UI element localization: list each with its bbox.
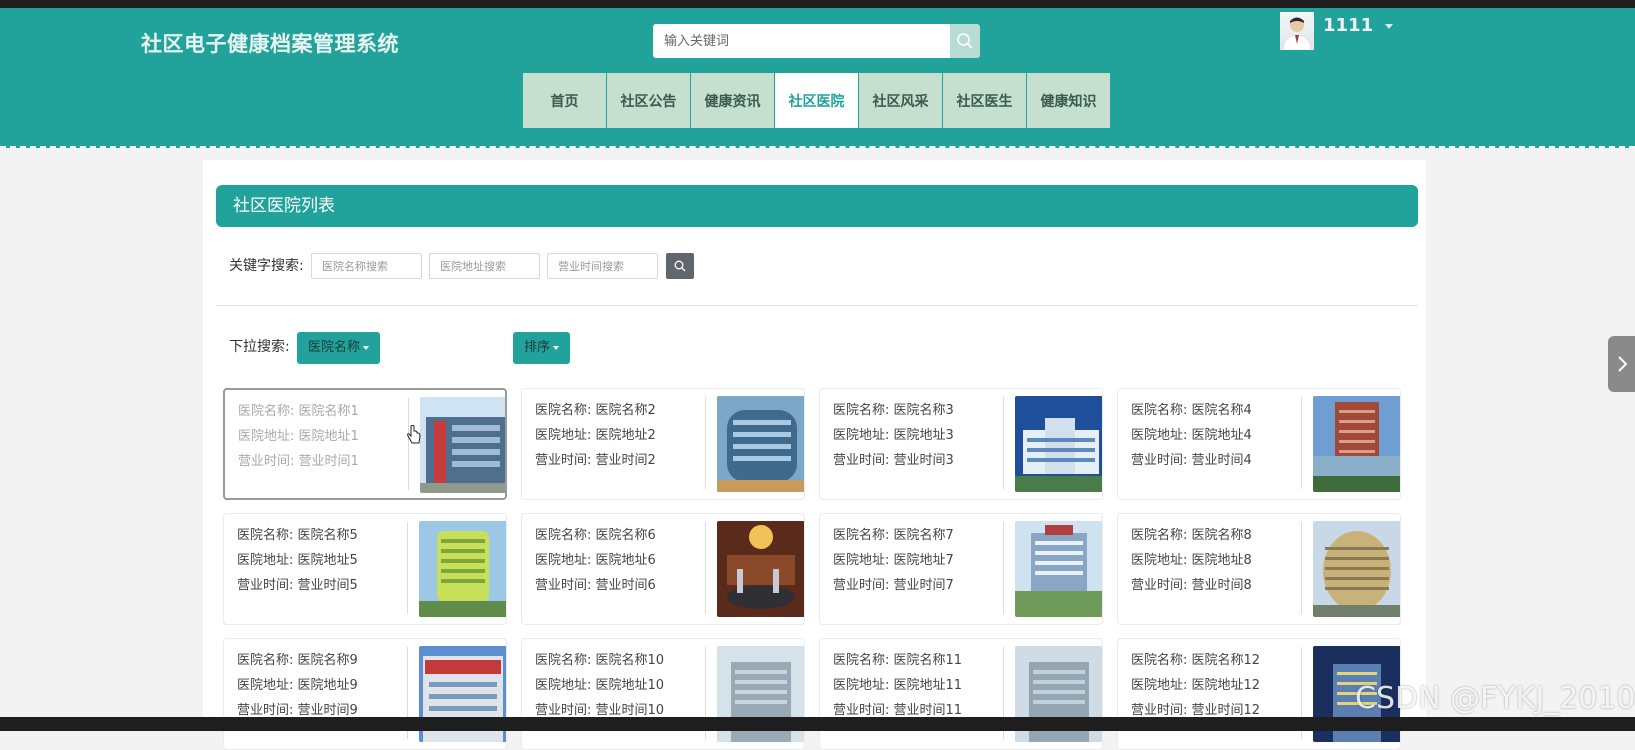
sort-dropdown-label: 排序 <box>524 340 551 355</box>
hospital-address: 医院地址: 医院地址7 <box>833 553 954 568</box>
hospital-image[interactable] <box>419 521 506 617</box>
watermark: CSDN @FYKJ_2010 <box>1355 681 1635 716</box>
hospital-address: 医院地址: 医院地址1 <box>238 429 359 444</box>
hospital-name: 医院名称: 医院名称9 <box>237 653 358 668</box>
hospital-card[interactable]: 医院名称: 医院名称3 医院地址: 医院地址3 营业时间: 营业时间3 <box>819 388 1103 500</box>
hospital-hours: 营业时间: 营业时间6 <box>535 578 656 593</box>
hospital-name: 医院名称: 医院名称7 <box>833 528 954 543</box>
divider <box>216 305 1418 306</box>
hospital-address: 医院地址: 医院地址4 <box>1131 428 1252 443</box>
hospital-address: 医院地址: 医院地址8 <box>1131 553 1252 568</box>
chevron-down-icon[interactable] <box>1385 24 1393 29</box>
hospital-image[interactable] <box>1015 396 1102 492</box>
site-header: 社区电子健康档案管理系统 1111 首页 社区公告 健康资讯 社区医院 社区风采… <box>0 8 1635 148</box>
card-divider <box>705 397 706 489</box>
header-search-button[interactable] <box>950 24 980 58</box>
hospital-card[interactable]: 医院名称: 医院名称7 医院地址: 医院地址7 营业时间: 营业时间7 <box>819 513 1103 625</box>
hospital-card[interactable]: 医院名称: 医院名称4 医院地址: 医院地址4 营业时间: 营业时间4 <box>1117 388 1401 500</box>
hospital-image[interactable] <box>1313 521 1400 617</box>
username[interactable]: 1111 <box>1323 15 1373 36</box>
dropdown-search-label: 下拉搜索: <box>229 339 290 355</box>
hand-cursor-icon <box>407 425 421 444</box>
caret-down-icon <box>363 345 370 350</box>
hospital-hours: 营业时间: 营业时间4 <box>1131 453 1252 468</box>
page-title: 社区医院列表 <box>216 185 1418 227</box>
search-icon <box>674 260 686 272</box>
hospital-name: 医院名称: 医院名称4 <box>1131 403 1252 418</box>
hospital-address: 医院地址: 医院地址12 <box>1131 678 1261 693</box>
card-divider <box>705 522 706 614</box>
card-divider <box>1301 397 1302 489</box>
hospital-address: 医院地址: 医院地址3 <box>833 428 954 443</box>
site-title: 社区电子健康档案管理系统 <box>141 32 399 56</box>
hospital-name: 医院名称: 医院名称1 <box>238 404 359 419</box>
nav-item-health-knowledge[interactable]: 健康知识 <box>1027 73 1110 128</box>
hospital-card[interactable]: 医院名称: 医院名称2 医院地址: 医院地址2 营业时间: 营业时间2 <box>521 388 805 500</box>
hospital-image[interactable] <box>717 521 804 617</box>
hospital-name-dropdown[interactable]: 医院名称 <box>297 332 381 364</box>
hospital-image[interactable] <box>1313 396 1400 492</box>
hospital-name: 医院名称: 医院名称5 <box>237 528 358 543</box>
card-divider <box>1003 397 1004 489</box>
hospital-address: 医院地址: 医院地址10 <box>535 678 665 693</box>
hospital-hours: 营业时间: 营业时间2 <box>535 453 656 468</box>
hospital-card[interactable]: 医院名称: 医院名称8 医院地址: 医院地址8 营业时间: 营业时间8 <box>1117 513 1401 625</box>
hospital-address: 医院地址: 医院地址11 <box>833 678 963 693</box>
hospital-card[interactable]: 医院名称: 医院名称5 医院地址: 医院地址5 营业时间: 营业时间5 <box>223 513 507 625</box>
hospital-hours: 营业时间: 营业时间5 <box>237 578 358 593</box>
hospital-name-search-input[interactable] <box>311 253 422 279</box>
header-search-input[interactable] <box>653 24 950 58</box>
search-icon <box>957 33 973 49</box>
hospital-address: 医院地址: 医院地址2 <box>535 428 656 443</box>
hospital-address: 医院地址: 医院地址5 <box>237 553 358 568</box>
hospital-address: 医院地址: 医院地址9 <box>237 678 358 693</box>
keyword-search-label: 关键字搜索: <box>229 258 304 274</box>
nav-item-community-style[interactable]: 社区风采 <box>859 73 942 128</box>
hospital-name: 医院名称: 医院名称10 <box>535 653 665 668</box>
hospital-name-dropdown-label: 医院名称 <box>308 340 361 355</box>
hospital-hours: 营业时间: 营业时间8 <box>1131 578 1252 593</box>
hospital-card[interactable]: 医院名称: 医院名称10 医院地址: 医院地址10 营业时间: 营业时间10 <box>521 638 805 750</box>
keyword-search-button[interactable] <box>666 253 694 279</box>
hospital-name: 医院名称: 医院名称6 <box>535 528 656 543</box>
hospital-image[interactable] <box>717 396 804 492</box>
hospital-card[interactable]: 医院名称: 医院名称6 医院地址: 医院地址6 营业时间: 营业时间6 <box>521 513 805 625</box>
hospital-image[interactable] <box>420 397 505 493</box>
header-search <box>653 24 980 58</box>
avatar[interactable] <box>1280 12 1314 50</box>
nav-item-announcements[interactable]: 社区公告 <box>607 73 690 128</box>
hospital-card[interactable]: 医院名称: 医院名称11 医院地址: 医院地址11 营业时间: 营业时间11 <box>819 638 1103 750</box>
business-hours-search-input[interactable] <box>547 253 658 279</box>
window-top-bar <box>0 0 1635 8</box>
hospital-name: 医院名称: 医院名称3 <box>833 403 954 418</box>
caret-down-icon <box>553 345 560 350</box>
hospital-hours: 营业时间: 营业时间1 <box>238 454 359 469</box>
hospital-image[interactable] <box>1015 521 1102 617</box>
sort-dropdown[interactable]: 排序 <box>513 332 571 364</box>
nav-item-hospitals[interactable]: 社区医院 <box>775 73 858 128</box>
window-bottom-bar <box>0 717 1635 731</box>
nav-item-home[interactable]: 首页 <box>523 73 606 128</box>
card-divider <box>407 522 408 614</box>
nav-item-doctors[interactable]: 社区医生 <box>943 73 1026 128</box>
card-divider <box>1301 522 1302 614</box>
hospital-card[interactable]: 医院名称: 医院名称1 医院地址: 医院地址1 营业时间: 营业时间1 <box>223 388 507 500</box>
hospital-name: 医院名称: 医院名称2 <box>535 403 656 418</box>
hospital-name: 医院名称: 医院名称11 <box>833 653 963 668</box>
hospital-name: 医院名称: 医院名称12 <box>1131 653 1261 668</box>
hospital-address: 医院地址: 医院地址6 <box>535 553 656 568</box>
hospital-hours: 营业时间: 营业时间7 <box>833 578 954 593</box>
hospital-address-search-input[interactable] <box>429 253 540 279</box>
nav-item-health-news[interactable]: 健康资讯 <box>691 73 774 128</box>
hospital-card[interactable]: 医院名称: 医院名称9 医院地址: 医院地址9 营业时间: 营业时间9 <box>223 638 507 750</box>
side-panel-toggle[interactable] <box>1608 336 1635 392</box>
hospital-hours: 营业时间: 营业时间3 <box>833 453 954 468</box>
main-content: 社区医院列表 关键字搜索: 下拉搜索: 医院名称 排序 医院名称: 医院名称1 … <box>203 160 1426 750</box>
main-nav: 首页 社区公告 健康资讯 社区医院 社区风采 社区医生 健康知识 <box>523 73 1110 128</box>
card-divider <box>1003 522 1004 614</box>
hospital-name: 医院名称: 医院名称8 <box>1131 528 1252 543</box>
chevron-right-icon <box>1617 356 1627 372</box>
